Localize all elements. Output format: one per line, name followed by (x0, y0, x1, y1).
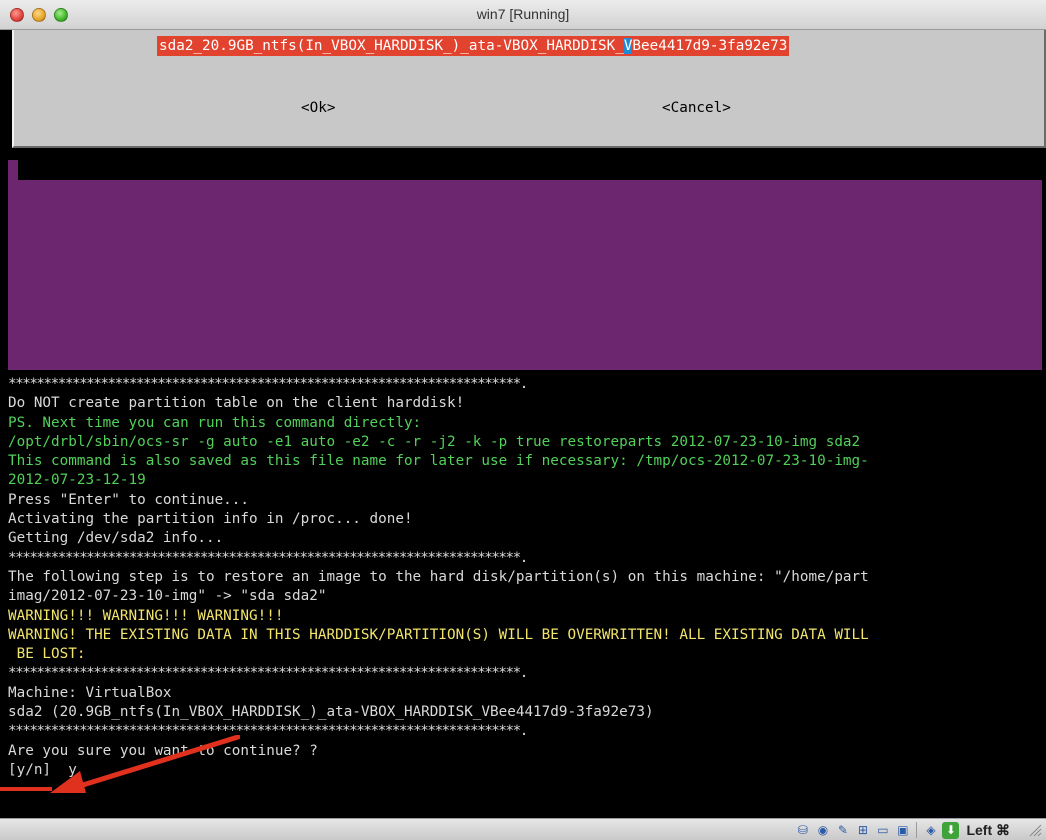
shared-folder-icon[interactable]: ▣ (894, 822, 911, 839)
resize-grip-icon[interactable] (1028, 823, 1042, 837)
terminal-line: This command is also saved as this file … (8, 453, 869, 470)
terminal-line: Press "Enter" to continue... (8, 491, 250, 508)
harddisk-icon[interactable]: ⛁ (794, 822, 811, 839)
usb-icon[interactable]: ▭ (874, 822, 891, 839)
terminal-line: 2012-07-23-12-19 (8, 472, 146, 489)
statusbar-icons: ⛁ ◉ ✎ ⊞ ▭ ▣ ◈ ⬇ Left ⌘ (794, 821, 1010, 839)
terminal-line: Activating the partition info in /proc..… (8, 511, 413, 528)
terminal-line: PS. Next time you can run this command d… (8, 414, 422, 431)
window-title: win7 [Running] (476, 6, 570, 22)
vt-x-icon[interactable]: ◈ (922, 822, 939, 839)
item-text-before-cursor: sda2_20.9GB_ntfs(In_VBOX_HARDDISK_)_ata-… (159, 38, 624, 54)
vm-statusbar: ⛁ ◉ ✎ ⊞ ▭ ▣ ◈ ⬇ Left ⌘ (0, 818, 1046, 840)
separator-line: ****************************************… (8, 376, 528, 392)
terminal-line: imag/2012-07-23-10-img" -> "sda sda2" (8, 588, 327, 605)
separator-line: ****************************************… (8, 665, 528, 682)
network-icon[interactable]: ⊞ (854, 822, 871, 839)
item-text-after-cursor: Bee4417d9-3fa92e73 (632, 38, 788, 54)
host-key-label: Left ⌘ (966, 821, 1010, 838)
terminal-line: Do NOT create partition table on the cli… (8, 395, 465, 412)
terminal-line: BE LOST: (8, 646, 86, 663)
terminal-line: Getting /dev/sda2 info... (8, 530, 224, 547)
pencil-icon[interactable]: ✎ (834, 822, 851, 839)
dialog-selected-partition-item[interactable]: sda2_20.9GB_ntfs(In_VBOX_HARDDISK_)_ata-… (157, 36, 790, 56)
terminal-line: Machine: VirtualBox (8, 684, 172, 701)
red-arrow-annotation (50, 735, 240, 793)
terminal-line: WARNING! THE EXISTING DATA IN THIS HARDD… (8, 626, 869, 643)
cancel-button[interactable]: <Cancel> (662, 98, 731, 118)
dialog-shadow-bar (18, 160, 1042, 180)
statusbar-separator (916, 822, 918, 838)
separator-line: ****************************************… (8, 549, 528, 566)
purple-background (8, 160, 1042, 370)
terminal-line: sda2 (20.9GB_ntfs(In_VBOX_HARDDISK_)_ata… (8, 704, 654, 721)
terminal-line: The following step is to restore an imag… (8, 568, 869, 585)
cd-icon[interactable]: ◉ (814, 822, 831, 839)
partition-select-dialog: sda2_20.9GB_ntfs(In_VBOX_HARDDISK_)_ata-… (12, 30, 1046, 148)
terminal-line: WARNING!!! WARNING!!! WARNING!!! (8, 607, 284, 624)
ok-button[interactable]: <Ok> (301, 98, 335, 118)
red-underline-annotation (0, 787, 52, 791)
guest-screen[interactable]: sda2_20.9GB_ntfs(In_VBOX_HARDDISK_)_ata-… (8, 30, 1046, 818)
terminal-line: /opt/drbl/sbin/ocs-sr -g auto -e1 auto -… (8, 433, 861, 450)
window-titlebar: win7 [Running] (0, 0, 1046, 30)
mouse-integration-icon[interactable]: ⬇ (942, 821, 960, 839)
